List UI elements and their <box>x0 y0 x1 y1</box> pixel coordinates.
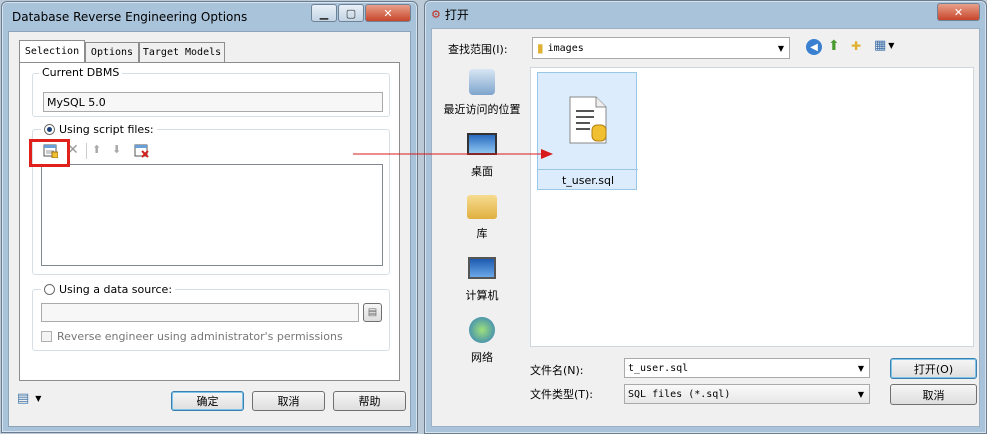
tab-label: Selection <box>24 46 80 57</box>
tab-selection[interactable]: Selection <box>19 40 85 62</box>
annotation-arrow <box>353 149 553 159</box>
